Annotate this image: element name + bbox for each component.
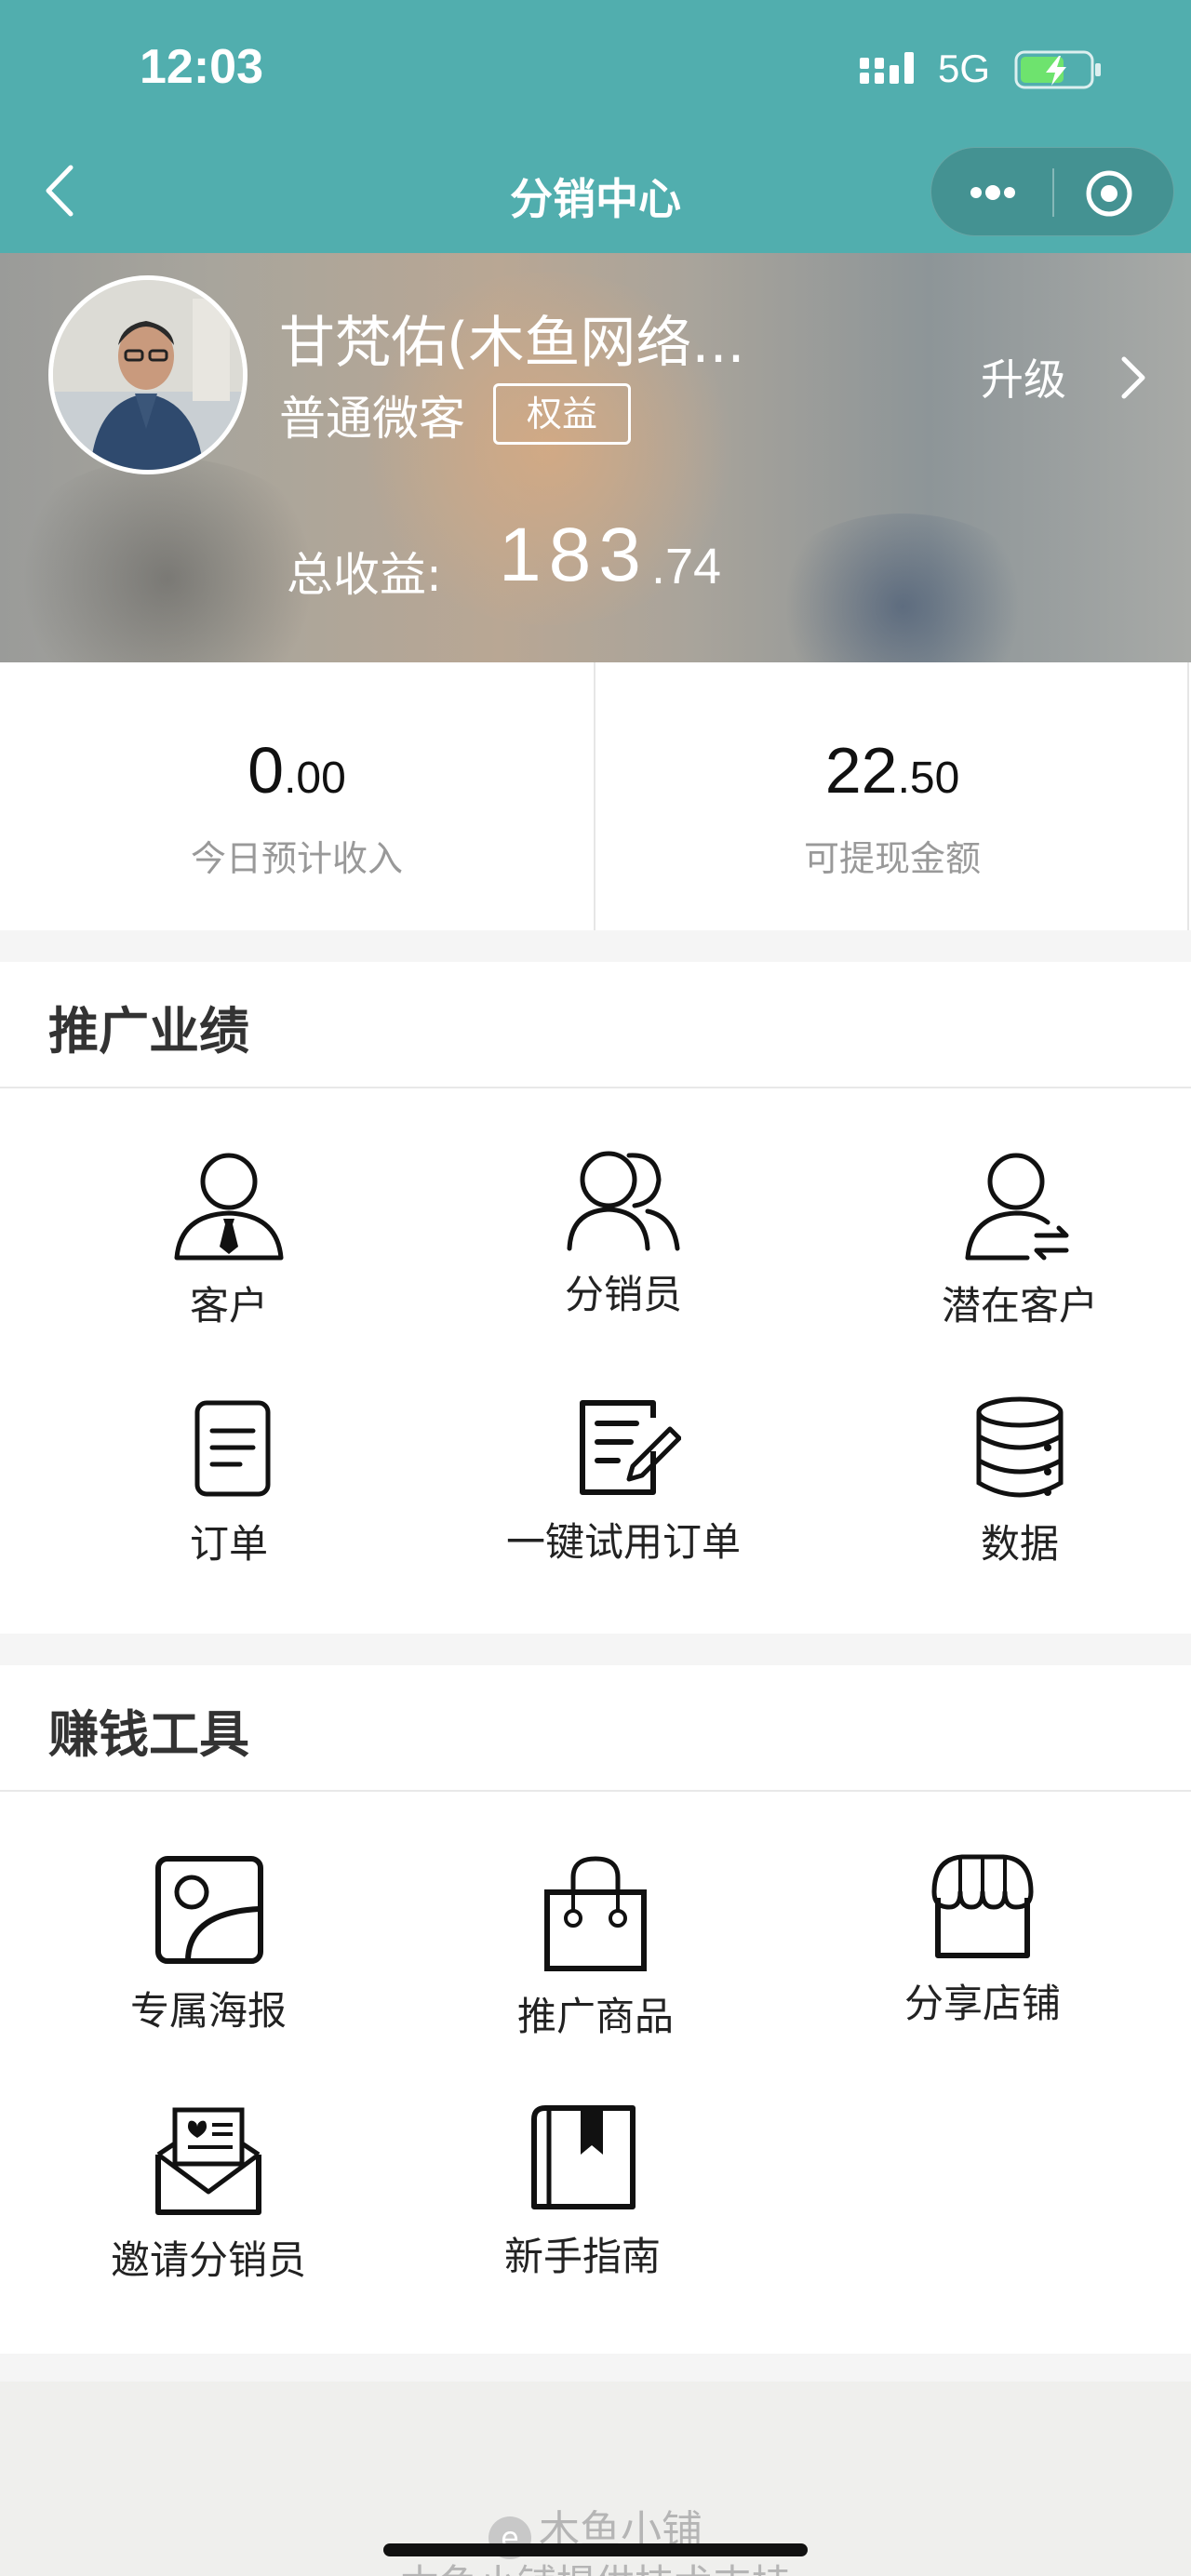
stat-label: 今日预计收入	[190, 838, 403, 879]
avatar-photo	[53, 280, 243, 470]
grid-item-label: 分享店铺	[903, 1981, 1061, 2026]
more-icon[interactable]	[965, 176, 1021, 209]
grid-item-promote-goods[interactable]: 推广商品	[447, 1853, 744, 2042]
user-name: 甘梵佑(木鱼网络...	[279, 311, 745, 376]
grid-item-invite-distributor[interactable]: 邀请分销员	[60, 2102, 357, 2286]
member-level: 普通微客	[279, 392, 465, 446]
grid-item-share-store[interactable]: 分享店铺	[834, 1851, 1131, 2029]
storefront-icon	[931, 1854, 1034, 1958]
tools-section: 赚钱工具 专属海报 推广商品 分享店铺 邀请分销员 新手指南	[0, 1665, 1191, 2354]
stat-withdrawable[interactable]: 22.50 可提现金额	[596, 662, 1189, 930]
order-icon	[194, 1400, 271, 1497]
total-earnings-label: 总收益:	[287, 548, 442, 602]
grid-item-data[interactable]: 数据	[871, 1394, 1169, 1569]
grid-item-beginner-guide[interactable]: 新手指南	[434, 2102, 731, 2282]
stat-today-income[interactable]: 0.00 今日预计收入	[0, 662, 594, 930]
rights-button[interactable]: 权益	[493, 383, 631, 445]
divider	[0, 1790, 1191, 1792]
grid-item-label: 客户	[189, 1283, 268, 1328]
stat-value: 0.00	[248, 734, 346, 807]
network-type: 5G	[938, 47, 991, 90]
grid-item-label: 一键试用订单	[505, 1519, 741, 1565]
capsule-divider	[1052, 168, 1054, 217]
trial-order-icon	[580, 1400, 681, 1495]
top-bar: 12:03 5G 分销中心	[0, 0, 1191, 253]
divider	[0, 1087, 1191, 1088]
status-time: 12:03	[140, 40, 263, 94]
earnings-stats: 0.00 今日预计收入 22.50 可提现金额	[0, 662, 1191, 930]
grid-item-label: 邀请分销员	[110, 2237, 306, 2283]
poster-icon	[155, 1856, 263, 1964]
close-target-icon[interactable]	[1084, 168, 1134, 219]
grid-item-label: 专属海报	[129, 1988, 287, 2034]
grid-item-label: 新手指南	[503, 2234, 661, 2279]
avatar[interactable]	[48, 275, 248, 474]
distributors-icon	[567, 1151, 680, 1251]
stat-value: 22.50	[824, 734, 960, 807]
total-earnings-decimal: .74	[651, 539, 722, 594]
chevron-right-icon[interactable]	[1117, 354, 1148, 402]
grid-item-label: 潜在客户	[941, 1283, 1098, 1328]
grid-item-label: 分销员	[564, 1272, 682, 1317]
mini-program-capsule	[930, 147, 1174, 236]
grid-item-order[interactable]: 订单	[80, 1397, 378, 1569]
upgrade-link[interactable]: 升级	[981, 346, 1066, 407]
grid-item-label: 推广商品	[516, 1994, 674, 2039]
grid-item-poster[interactable]: 专属海报	[60, 1853, 357, 2036]
section-title: 赚钱工具	[48, 1705, 249, 1764]
battery-icon	[1014, 50, 1101, 89]
grid-item-customer[interactable]: 客户	[80, 1148, 378, 1331]
total-earnings-integer: 183	[499, 513, 649, 597]
grid-item-trial-order[interactable]: 一键试用订单	[475, 1395, 772, 1568]
performance-section: 推广业绩 客户 分销员 潜在客户 订单 一键试用订单 数据	[0, 962, 1191, 1634]
grid-item-potential-customer[interactable]: 潜在客户	[871, 1148, 1169, 1331]
home-indicator[interactable]	[383, 2543, 808, 2556]
stat-label: 可提现金额	[803, 838, 981, 879]
guide-book-icon	[531, 2105, 636, 2209]
grid-item-distributors[interactable]: 分销员	[475, 1148, 772, 1320]
customer-icon	[174, 1153, 284, 1261]
signal-icon	[860, 52, 914, 84]
grid-item-label: 数据	[980, 1521, 1059, 1567]
profile-header: 甘梵佑(木鱼网络... 普通微客 权益 升级 总收益: 183 .74	[0, 253, 1191, 662]
invite-letter-icon	[155, 2107, 261, 2215]
section-title: 推广业绩	[48, 1002, 249, 1061]
shopping-bag-icon	[544, 1856, 647, 1971]
database-icon	[976, 1396, 1064, 1498]
grid-item-label: 订单	[189, 1521, 268, 1567]
divider	[1187, 662, 1189, 930]
potential-customer-icon	[965, 1153, 1069, 1261]
